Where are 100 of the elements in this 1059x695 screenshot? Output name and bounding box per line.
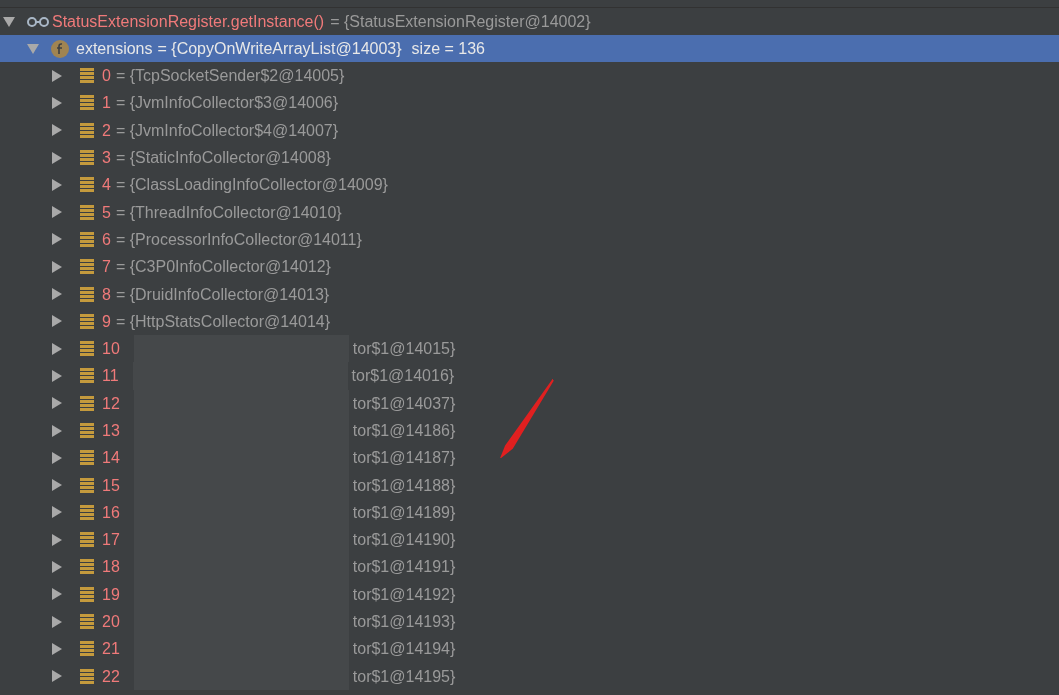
item-value: = {TcpSocketSender$2@14005} bbox=[115, 66, 345, 87]
list-icon bbox=[80, 150, 94, 166]
list-icon bbox=[80, 477, 94, 493]
list-icon bbox=[80, 313, 94, 329]
item-index: 18 bbox=[102, 557, 120, 578]
list-icon bbox=[80, 395, 94, 411]
item-index: 11 bbox=[102, 366, 119, 387]
item-index: 0 bbox=[102, 66, 111, 87]
expand-arrow-icon[interactable] bbox=[51, 96, 63, 109]
item-index: 15 bbox=[102, 475, 120, 496]
item-index: 14 bbox=[102, 448, 120, 469]
list-icon bbox=[80, 68, 94, 84]
expand-arrow-icon[interactable] bbox=[51, 615, 63, 628]
item-index: 2 bbox=[102, 120, 111, 141]
item-value: tor$1@14191} bbox=[352, 557, 456, 578]
item-value: = {JvmInfoCollector$3@14006} bbox=[115, 93, 339, 114]
item-value: = {DruidInfoCollector@14013} bbox=[115, 284, 330, 305]
glasses-icon bbox=[27, 16, 49, 27]
expand-arrow-icon[interactable] bbox=[51, 506, 63, 519]
list-icon bbox=[80, 532, 94, 548]
expand-arrow-icon[interactable] bbox=[51, 342, 63, 355]
item-value: tor$1@14188} bbox=[352, 475, 456, 496]
list-icon bbox=[80, 586, 94, 602]
expand-arrow-icon[interactable] bbox=[51, 178, 63, 191]
expand-arrow-icon[interactable] bbox=[51, 533, 63, 546]
item-index: 21 bbox=[102, 639, 120, 660]
item-index: 6 bbox=[102, 229, 111, 250]
item-index: 12 bbox=[102, 393, 120, 414]
item-index: 10 bbox=[102, 339, 120, 360]
item-index: 1 bbox=[102, 93, 111, 114]
field-value: = {CopyOnWriteArrayList@14003} bbox=[157, 39, 402, 59]
list-icon bbox=[80, 231, 94, 247]
expand-arrow-icon[interactable] bbox=[51, 124, 63, 137]
item-value: tor$1@14187} bbox=[352, 448, 456, 469]
item-index: 17 bbox=[102, 530, 120, 551]
item-index: 8 bbox=[102, 284, 111, 305]
item-index: 5 bbox=[102, 202, 111, 223]
expand-arrow-icon[interactable] bbox=[51, 69, 63, 82]
list-icon bbox=[80, 504, 94, 520]
item-value: = {ClassLoadingInfoCollector@14009} bbox=[115, 175, 388, 196]
item-index: 20 bbox=[102, 612, 120, 633]
collapse-arrow-icon[interactable] bbox=[3, 15, 15, 28]
list-icon bbox=[80, 423, 94, 438]
expand-arrow-icon[interactable] bbox=[51, 424, 63, 437]
size-label: size = 136 bbox=[411, 39, 485, 59]
item-value: tor$1@14190} bbox=[352, 530, 456, 551]
expand-arrow-icon[interactable] bbox=[51, 451, 63, 464]
item-value: tor$1@14015} bbox=[352, 339, 456, 360]
item-index: 7 bbox=[102, 257, 111, 278]
list-icon bbox=[80, 368, 94, 384]
list-icon bbox=[80, 259, 94, 275]
item-value: tor$1@14193} bbox=[352, 612, 456, 633]
expand-arrow-icon[interactable] bbox=[51, 260, 63, 273]
expand-arrow-icon[interactable] bbox=[51, 479, 63, 492]
list-icon bbox=[80, 341, 94, 357]
list-icon bbox=[80, 450, 94, 466]
expand-arrow-icon[interactable] bbox=[51, 670, 63, 683]
list-icon bbox=[80, 95, 94, 111]
expand-arrow-icon[interactable] bbox=[51, 369, 63, 382]
expand-arrow-icon[interactable] bbox=[51, 642, 63, 655]
list-icon bbox=[80, 286, 94, 302]
item-value: = {ThreadInfoCollector@14010} bbox=[115, 202, 342, 223]
list-icon bbox=[80, 122, 94, 138]
item-value: tor$1@14189} bbox=[352, 502, 456, 523]
expand-arrow-icon[interactable] bbox=[51, 233, 63, 246]
item-index: 4 bbox=[102, 175, 111, 196]
expand-arrow-icon[interactable] bbox=[51, 315, 63, 328]
field-icon bbox=[51, 39, 69, 58]
expand-arrow-icon[interactable] bbox=[51, 288, 63, 300]
expand-arrow-icon[interactable] bbox=[51, 397, 63, 410]
item-value: = {C3P0InfoCollector@14012} bbox=[115, 257, 331, 278]
field-name: extensions bbox=[76, 39, 153, 59]
list-icon bbox=[80, 668, 94, 684]
item-value: tor$1@14186} bbox=[352, 421, 456, 441]
item-index: 22 bbox=[102, 666, 120, 687]
item-value: = {StaticInfoCollector@14008} bbox=[115, 148, 331, 169]
variable-name: StatusExtensionRegister.getInstance() bbox=[52, 12, 325, 32]
expand-arrow-icon[interactable] bbox=[51, 206, 63, 219]
list-icon bbox=[80, 204, 94, 220]
field-row[interactable]: extensions = {CopyOnWriteArrayList@14003} size = 136 bbox=[0, 35, 1059, 62]
item-value: tor$1@14192} bbox=[352, 584, 456, 605]
item-value: tor$1@14195} bbox=[352, 666, 456, 687]
item-index: 3 bbox=[102, 148, 111, 169]
variable-value: = {StatusExtensionRegister@14002} bbox=[330, 12, 591, 32]
item-index: 19 bbox=[102, 584, 120, 605]
expand-arrow-icon[interactable] bbox=[51, 561, 63, 573]
item-value: = {ProcessorInfoCollector@14011} bbox=[115, 229, 362, 250]
item-index: 9 bbox=[102, 311, 111, 332]
item-value: tor$1@14016} bbox=[351, 366, 455, 387]
list-icon bbox=[80, 641, 94, 657]
item-value: tor$1@14037} bbox=[352, 393, 456, 414]
expand-arrow-icon[interactable] bbox=[51, 151, 63, 164]
list-icon bbox=[80, 614, 94, 630]
item-index: 16 bbox=[102, 502, 120, 523]
list-icon bbox=[80, 177, 94, 193]
item-index: 13 bbox=[102, 421, 120, 441]
item-value: = {HttpStatsCollector@14014} bbox=[115, 311, 331, 332]
expand-arrow-icon[interactable] bbox=[51, 588, 63, 601]
list-icon bbox=[80, 559, 94, 575]
item-value: tor$1@14194} bbox=[352, 639, 456, 660]
